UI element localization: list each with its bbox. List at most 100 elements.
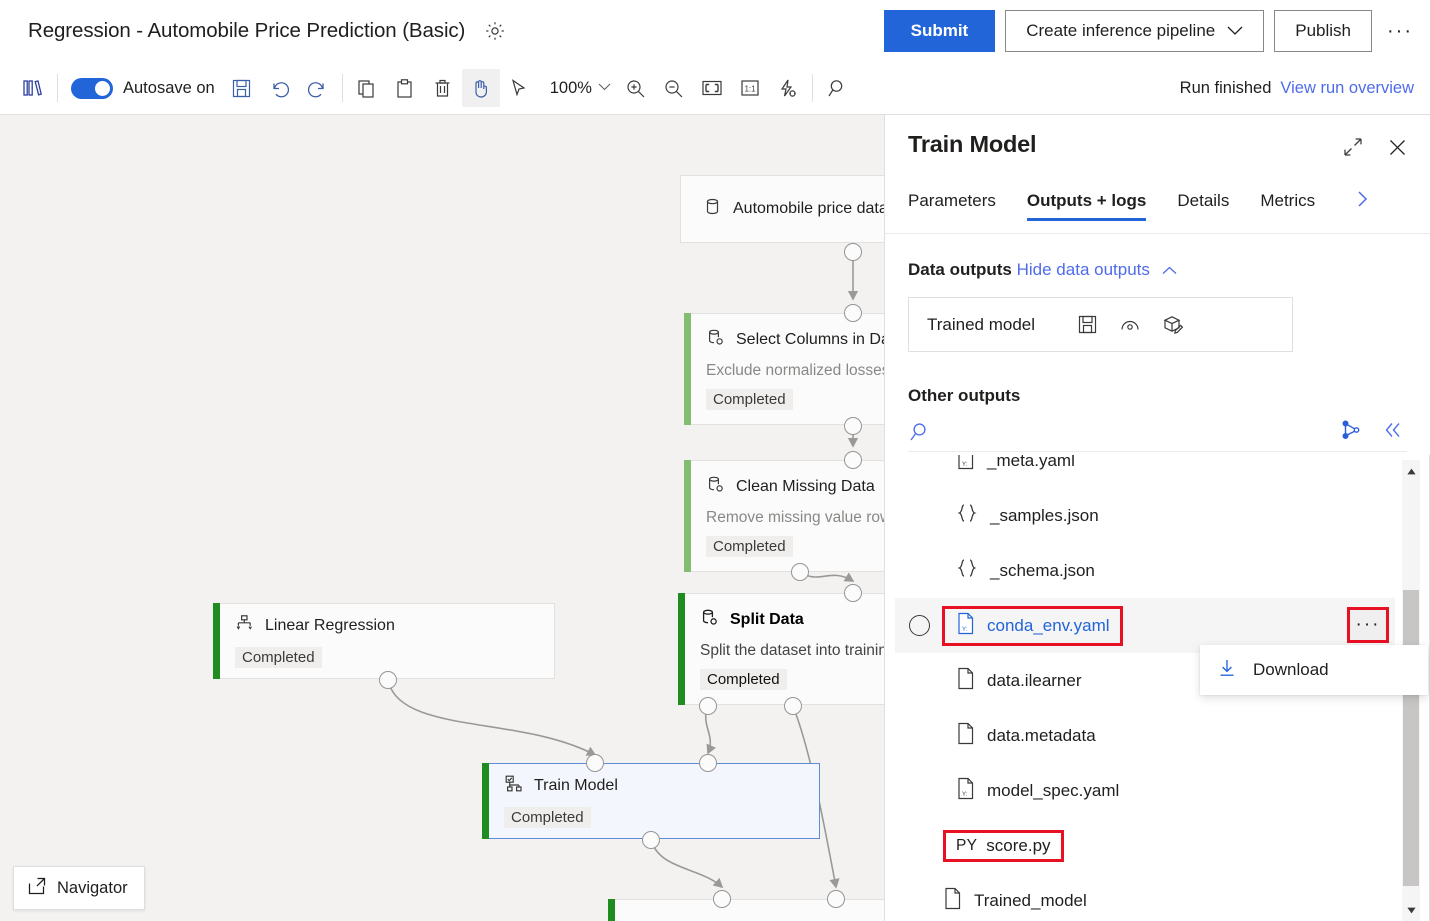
node-port[interactable] [713,890,731,908]
panel-title: Train Model [908,131,1036,158]
node-port[interactable] [844,417,862,435]
file-name[interactable]: conda_env.yaml [987,616,1110,636]
pipeline-node-linear-regression[interactable]: Linear Regression Completed [213,603,555,679]
node-header: Clean Missing Data [684,475,884,499]
more-options-button[interactable]: ··· [1382,12,1418,50]
pipeline-node-clean-missing-data[interactable]: Clean Missing Data Remove missing value … [684,460,884,572]
data-output-name: Trained model [927,315,1035,335]
toolbar-divider-3 [812,74,813,102]
node-title: Select Columns in Data [736,331,884,349]
node-port[interactable] [844,243,862,261]
download-menu-item-label: Download [1253,660,1329,680]
close-icon[interactable] [1384,134,1410,160]
navigator-button[interactable]: Navigator [13,866,145,910]
node-title: Clean Missing Data [736,478,875,496]
node-port[interactable] [699,697,717,715]
node-port[interactable] [642,831,660,849]
search-icon[interactable] [908,421,930,443]
file-select-radio[interactable] [909,615,930,636]
undo-icon[interactable] [261,69,299,107]
publish-button[interactable]: Publish [1274,10,1372,52]
tab-parameters[interactable]: Parameters [908,191,996,221]
node-port[interactable] [586,754,604,772]
node-port[interactable] [379,671,397,689]
list-item[interactable]: _schema.json [895,543,1395,598]
fit-to-screen-icon[interactable] [693,69,731,107]
node-status-badge: Completed [235,647,322,668]
zoom-out-icon[interactable] [655,69,693,107]
scrollbar-thumb[interactable] [1403,590,1419,886]
lineage-icon[interactable] [1340,419,1362,446]
hide-data-outputs-link[interactable]: Hide data outputs [1017,260,1177,279]
pipeline-canvas[interactable]: Automobile price data ( Select Columns i… [0,115,884,921]
autosave-control[interactable]: Autosave on [71,78,215,99]
file-name-highlight-box[interactable]: Y: conda_env.yaml [942,606,1123,646]
library-icon[interactable] [14,69,52,107]
list-item[interactable]: Y: model_spec.yaml [895,763,1395,818]
save-icon[interactable] [1076,314,1098,336]
tab-metrics[interactable]: Metrics [1260,191,1315,221]
page-title: Regression - Automobile Price Prediction… [28,19,465,43]
file-name: score.py [986,836,1050,856]
list-item[interactable]: data.metadata [895,708,1395,763]
scroll-down-arrow[interactable] [1402,901,1420,919]
yaml-file-icon: Y: [955,612,976,640]
row-more-button[interactable]: ··· [1347,607,1389,643]
save-icon[interactable] [223,69,261,107]
panel-actions [1340,134,1410,160]
chevron-down-icon [598,82,611,94]
autosave-toggle[interactable] [71,78,113,99]
pipeline-node-automobile-price-data[interactable]: Automobile price data ( [680,175,884,243]
node-port[interactable] [784,697,802,715]
pipeline-node-train-model[interactable]: Train Model Completed [482,763,820,839]
node-port[interactable] [844,451,862,469]
pipeline-node-split-data[interactable]: Split Data Split the dataset into traini… [678,593,884,705]
panel-tabs: Parameters Outputs + logs Details Metric… [908,189,1430,221]
zoom-in-icon[interactable] [617,69,655,107]
navigator-label: Navigator [57,879,128,898]
zoom-level-selector[interactable]: 100% [550,79,611,98]
trash-icon[interactable] [424,69,462,107]
search-icon[interactable] [818,69,856,107]
scroll-up-arrow[interactable] [1402,462,1420,480]
auto-layout-icon[interactable] [769,69,807,107]
redo-icon[interactable] [299,69,337,107]
row-context-menu[interactable]: Download [1200,645,1428,695]
cursor-icon[interactable] [500,69,538,107]
hand-icon[interactable] [462,69,500,107]
chevron-right-icon[interactable] [1356,189,1370,221]
node-port[interactable] [827,890,845,908]
view-run-overview-link[interactable]: View run overview [1280,79,1414,98]
copy-icon[interactable] [348,69,386,107]
pipeline-node-select-columns-in-dataset[interactable]: Select Columns in Data Exclude normalize… [684,313,884,425]
node-port[interactable] [791,563,809,581]
node-port[interactable] [844,584,862,602]
gear-icon[interactable] [482,18,508,44]
node-port[interactable] [844,304,862,322]
node-port[interactable] [699,754,717,772]
file-name: data.metadata [987,726,1096,746]
node-accent [608,899,615,921]
one-to-one-icon[interactable]: 1:1 [731,69,769,107]
list-item[interactable]: Y: _meta.yaml [895,455,1395,488]
data-output-trained-model[interactable]: Trained model [908,297,1293,352]
node-status-badge: Completed [504,807,591,828]
double-chevron-left-icon[interactable] [1382,421,1404,444]
paste-icon[interactable] [386,69,424,107]
list-item[interactable]: Trained_model [895,873,1395,921]
tab-details[interactable]: Details [1177,191,1229,221]
register-model-icon[interactable] [1162,314,1184,336]
node-title: Split Data [730,611,804,629]
tabs-divider [885,233,1430,234]
expand-icon[interactable] [1340,134,1366,160]
node-header: Automobile price data ( [681,197,884,221]
file-name-highlight-box[interactable]: PY score.py [943,830,1064,862]
submit-button[interactable]: Submit [884,10,996,52]
visualize-icon[interactable] [1119,314,1141,336]
list-item[interactable]: _samples.json [895,488,1395,543]
create-inference-pipeline-button[interactable]: Create inference pipeline [1005,10,1264,52]
list-item-score-py[interactable]: PY score.py [895,818,1395,873]
node-accent [678,593,685,705]
file-name: data.ilearner [987,671,1082,691]
tab-outputs-logs[interactable]: Outputs + logs [1027,191,1146,221]
